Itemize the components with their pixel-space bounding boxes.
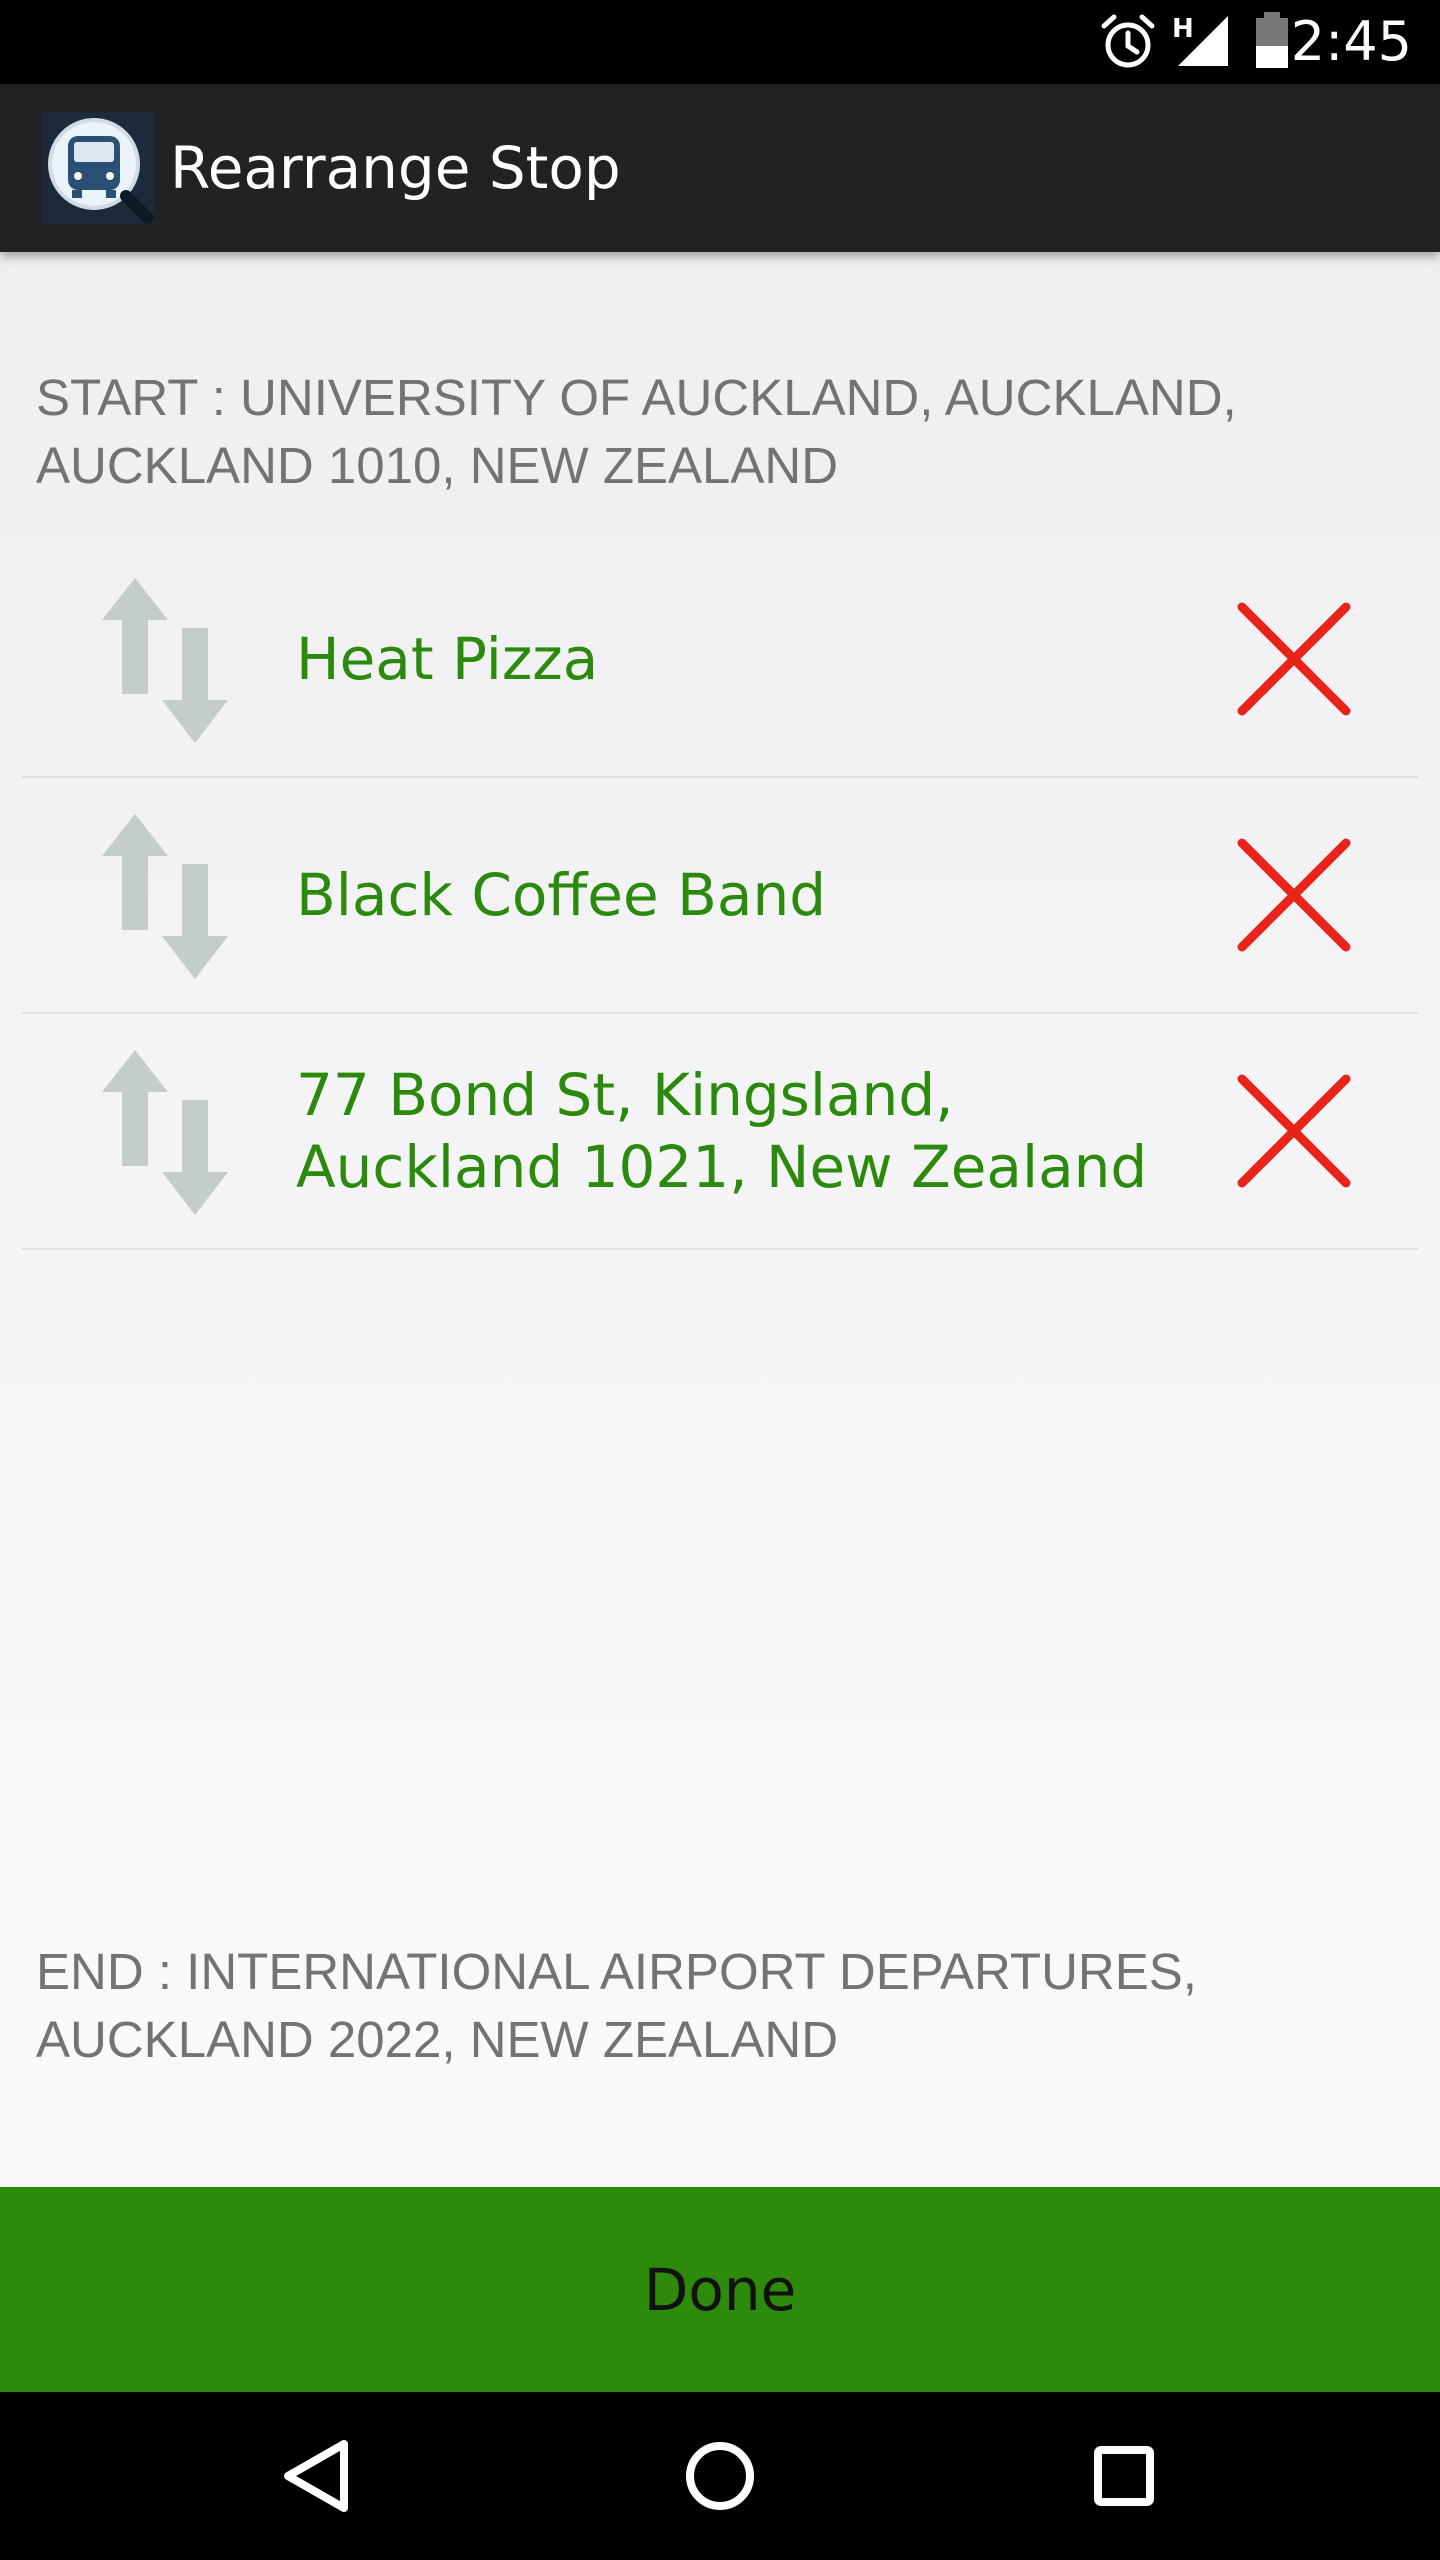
stop-list: Heat Pizza Black Coffee Band 77 Bond St,… [22,542,1418,1250]
stop-name: 77 Bond St, Kingsland, Auckland 1021, Ne… [296,1061,1148,1201]
status-bar: H 2:45 [0,0,1440,84]
remove-stop-icon[interactable] [1232,1069,1356,1193]
rearrange-stops-panel: START : UNIVERSITY OF AUCKLAND, AUCKLAND… [0,252,1440,2187]
list-item[interactable]: 77 Bond St, Kingsland, Auckland 1021, Ne… [22,1014,1418,1250]
remove-stop-icon[interactable] [1232,597,1356,721]
route-end: END : INTERNATIONAL AIRPORT DEPARTURES, … [36,1943,1197,2068]
list-item[interactable]: Heat Pizza [22,542,1418,778]
navigation-bar [0,2392,1440,2560]
home-icon[interactable] [660,2416,780,2536]
stop-name: Black Coffee Band [296,861,827,929]
status-time: 2:45 [1290,10,1412,73]
page-title: Rearrange Stop [170,134,621,202]
reorder-arrows-icon[interactable] [90,1050,240,1215]
signal-icon [1178,16,1228,66]
recents-icon[interactable] [1064,2416,1184,2536]
remove-stop-icon[interactable] [1232,833,1356,957]
reorder-arrows-icon[interactable] [90,814,240,979]
bus-search-icon[interactable] [42,112,154,224]
action-bar: Rearrange Stop [0,84,1440,252]
back-icon[interactable] [256,2416,376,2536]
stop-name: Heat Pizza [296,625,599,693]
reorder-arrows-icon[interactable] [90,578,240,743]
done-button[interactable]: Done [0,2187,1440,2392]
battery-icon [1256,12,1288,68]
list-item[interactable]: Black Coffee Band [22,778,1418,1014]
alarm-icon [1101,14,1155,68]
route-start: START : UNIVERSITY OF AUCKLAND, AUCKLAND… [36,369,1237,494]
